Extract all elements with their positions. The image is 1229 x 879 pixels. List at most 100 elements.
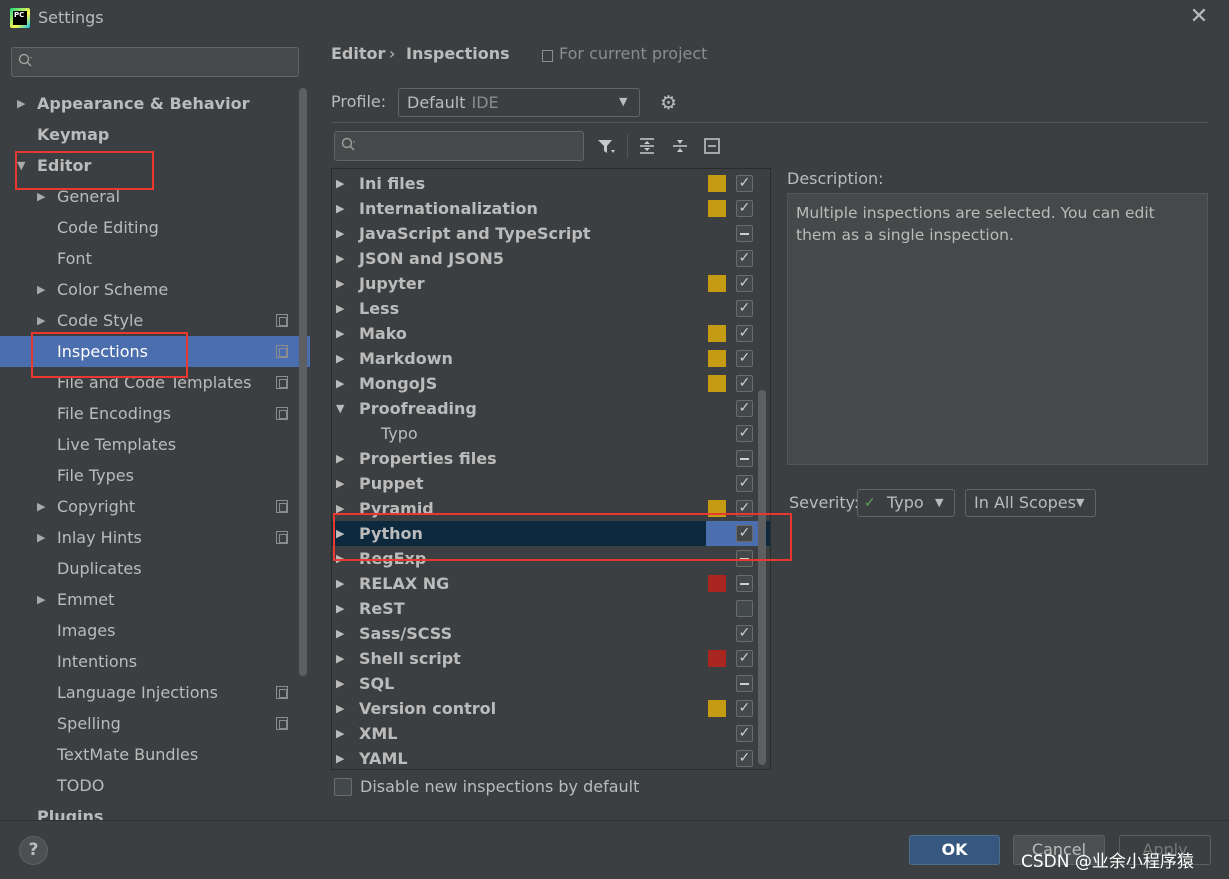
chevron-right-icon[interactable]: ▶: [336, 471, 344, 496]
inspection-row[interactable]: ▶ Less ✓: [332, 296, 770, 321]
inspection-row[interactable]: ▶ ReST: [332, 596, 770, 621]
chevron-right-icon[interactable]: ▶: [336, 171, 344, 196]
inspection-checkbox[interactable]: [736, 575, 753, 592]
inspection-row[interactable]: ▶ Jupyter ✓: [332, 271, 770, 296]
scope-dropdown[interactable]: In All Scopes ▼: [965, 489, 1096, 517]
chevron-right-icon[interactable]: ▶: [336, 571, 344, 596]
chevron-right-icon[interactable]: ▶: [336, 271, 344, 296]
sidebar-item-live-templates[interactable]: Live Templates: [0, 429, 310, 460]
inspection-row[interactable]: ▶ Ini files ✓: [332, 171, 770, 196]
inspection-checkbox[interactable]: ✓: [736, 700, 753, 717]
chevron-right-icon[interactable]: ▶: [336, 446, 344, 471]
sidebar-item-color-scheme[interactable]: ▶ Color Scheme: [0, 274, 310, 305]
sidebar-item-keymap[interactable]: Keymap: [0, 119, 310, 150]
inspection-row[interactable]: ▶ RELAX NG: [332, 571, 770, 596]
inspection-checkbox[interactable]: ✓: [736, 350, 753, 367]
sidebar-item-textmate-bundles[interactable]: TextMate Bundles: [0, 739, 310, 770]
sidebar-item-file-types[interactable]: File Types: [0, 460, 310, 491]
gear-icon[interactable]: ⚙: [660, 93, 677, 113]
inspection-checkbox[interactable]: ✓: [736, 375, 753, 392]
chevron-right-icon[interactable]: ▶: [336, 696, 344, 721]
close-icon[interactable]: ✕: [1187, 6, 1211, 30]
chevron-right-icon[interactable]: ▶: [336, 596, 344, 621]
inspection-checkbox[interactable]: [736, 600, 753, 617]
inspection-row[interactable]: ▶ Properties files: [332, 446, 770, 471]
sidebar-item-file-encodings[interactable]: File Encodings: [0, 398, 310, 429]
chevron-down-icon[interactable]: ▼: [336, 396, 344, 421]
sidebar-item-copyright[interactable]: ▶ Copyright: [0, 491, 310, 522]
sidebar-item-code-editing[interactable]: Code Editing: [0, 212, 310, 243]
inspection-checkbox[interactable]: ✓: [736, 250, 753, 267]
inspection-checkbox[interactable]: [736, 450, 753, 467]
chevron-right-icon[interactable]: ▶: [336, 721, 344, 746]
inspection-checkbox[interactable]: ✓: [736, 400, 753, 417]
chevron-right-icon[interactable]: ▶: [336, 346, 344, 371]
chevron-right-icon[interactable]: ▶: [17, 88, 25, 119]
inspection-row[interactable]: ▶ Mako ✓: [332, 321, 770, 346]
chevron-right-icon[interactable]: ▶: [37, 522, 45, 553]
reset-icon[interactable]: [701, 134, 723, 158]
ok-button[interactable]: OK: [909, 835, 1000, 865]
sidebar-item-intentions[interactable]: Intentions: [0, 646, 310, 677]
inspection-checkbox[interactable]: ✓: [736, 300, 753, 317]
expand-all-icon[interactable]: [636, 134, 658, 158]
severity-dropdown[interactable]: ✓ Typo ▼: [857, 489, 955, 517]
inspection-checkbox[interactable]: ✓: [736, 325, 753, 342]
chevron-right-icon[interactable]: ▶: [336, 296, 344, 321]
inspection-checkbox[interactable]: ✓: [736, 750, 753, 767]
inspection-row[interactable]: ▶ Puppet ✓: [332, 471, 770, 496]
chevron-right-icon[interactable]: ▶: [336, 321, 344, 346]
collapse-all-icon[interactable]: [669, 134, 691, 158]
chevron-right-icon[interactable]: ▶: [336, 646, 344, 671]
inspection-row[interactable]: ▶ JSON and JSON5 ✓: [332, 246, 770, 271]
inspection-row[interactable]: ▶ Version control ✓: [332, 696, 770, 721]
sidebar-item-appearance-behavior[interactable]: ▶ Appearance & Behavior: [0, 88, 310, 119]
chevron-right-icon[interactable]: ▶: [37, 584, 45, 615]
disable-new-checkbox[interactable]: [334, 778, 352, 796]
chevron-right-icon[interactable]: ▶: [336, 246, 344, 271]
profile-dropdown[interactable]: Default IDE ▼: [398, 88, 640, 117]
inspection-checkbox[interactable]: ✓: [736, 425, 753, 442]
inspection-row[interactable]: ▶ Shell script ✓: [332, 646, 770, 671]
inspection-checkbox[interactable]: ✓: [736, 175, 753, 192]
sidebar-item-font[interactable]: Font: [0, 243, 310, 274]
inspection-checkbox[interactable]: ✓: [736, 200, 753, 217]
chevron-right-icon[interactable]: ▶: [336, 621, 344, 646]
settings-search-input[interactable]: [11, 47, 299, 77]
sidebar-item-duplicates[interactable]: Duplicates: [0, 553, 310, 584]
inspection-checkbox[interactable]: ✓: [736, 475, 753, 492]
sidebar-item-spelling[interactable]: Spelling: [0, 708, 310, 739]
sidebar-item-todo[interactable]: TODO: [0, 770, 310, 801]
inspection-row[interactable]: ▶ JavaScript and TypeScript: [332, 221, 770, 246]
sidebar-item-images[interactable]: Images: [0, 615, 310, 646]
inspection-row[interactable]: ▶ Markdown ✓: [332, 346, 770, 371]
inspection-checkbox[interactable]: ✓: [736, 625, 753, 642]
inspection-row[interactable]: ▼ Proofreading ✓: [332, 396, 770, 421]
filter-icon[interactable]: [595, 134, 617, 158]
inspection-checkbox[interactable]: [736, 225, 753, 242]
chevron-right-icon[interactable]: ▶: [336, 671, 344, 696]
inspections-scrollbar[interactable]: [758, 390, 766, 765]
sidebar-scrollbar[interactable]: [299, 88, 307, 676]
inspection-checkbox[interactable]: ✓: [736, 275, 753, 292]
inspection-row[interactable]: ▶ XML ✓: [332, 721, 770, 746]
inspection-row[interactable]: Typo ✓: [332, 421, 770, 446]
inspection-row[interactable]: ▶ Sass/SCSS ✓: [332, 621, 770, 646]
inspection-row[interactable]: ▶ Internationalization ✓: [332, 196, 770, 221]
inspection-checkbox[interactable]: [736, 675, 753, 692]
inspection-search-input[interactable]: [334, 131, 584, 161]
inspection-row[interactable]: ▶ YAML ✓: [332, 746, 770, 769]
chevron-right-icon[interactable]: ▶: [37, 491, 45, 522]
sidebar-item-plugins[interactable]: Plugins: [0, 801, 310, 820]
inspection-checkbox[interactable]: ✓: [736, 725, 753, 742]
chevron-right-icon[interactable]: ▶: [336, 196, 344, 221]
chevron-right-icon[interactable]: ▶: [336, 371, 344, 396]
sidebar-item-inlay-hints[interactable]: ▶ Inlay Hints: [0, 522, 310, 553]
inspection-row[interactable]: ▶ MongoJS ✓: [332, 371, 770, 396]
sidebar-item-language-injections[interactable]: Language Injections: [0, 677, 310, 708]
chevron-right-icon[interactable]: ▶: [336, 746, 344, 769]
help-button[interactable]: ?: [19, 836, 48, 865]
inspection-row[interactable]: ▶ SQL: [332, 671, 770, 696]
sidebar-item-emmet[interactable]: ▶ Emmet: [0, 584, 310, 615]
chevron-right-icon[interactable]: ▶: [336, 221, 344, 246]
